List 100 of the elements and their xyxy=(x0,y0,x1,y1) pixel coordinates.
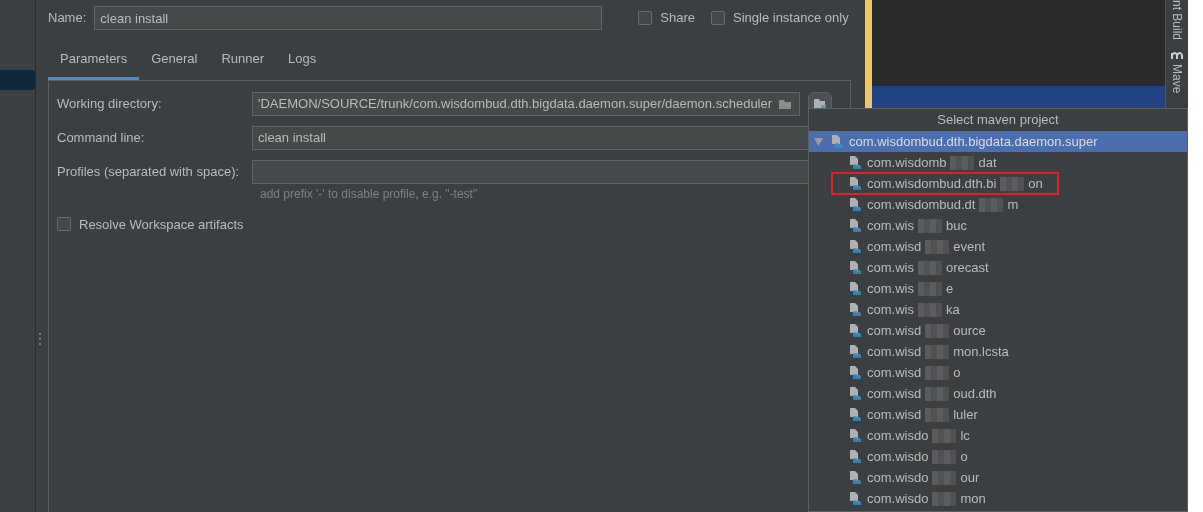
tool-window-tab[interactable]: Mave xyxy=(1168,64,1186,94)
input-field[interactable]: 'DAEMON/SOURCE/trunk/com.wisdombud.dth.bigdata.daemon.super/daemon.scheduler xyxy=(252,91,800,116)
module-icon xyxy=(849,239,863,254)
checkbox-label: Single instance only xyxy=(733,9,849,28)
maven-icon[interactable] xyxy=(1171,50,1183,61)
field-label: Working directory: xyxy=(57,94,163,113)
tree-item-label: mon xyxy=(960,489,986,508)
tree-item-label: com.wisdo xyxy=(867,426,929,445)
tree-item[interactable]: com.wisd luler xyxy=(809,404,1187,425)
tree-item-label: com.wis xyxy=(867,279,914,298)
field-label: Command line: xyxy=(57,128,146,147)
redaction xyxy=(979,197,1004,212)
tree-item[interactable]: com.wis ka xyxy=(809,299,1187,320)
tree-item-label: buc xyxy=(945,216,967,235)
tree-item-label: com.wisd xyxy=(867,321,922,340)
tree-item[interactable]: com.wisdombud.dth.bigdata.daemon.super xyxy=(809,131,1187,152)
tree-item[interactable]: com.wisd o xyxy=(809,362,1187,383)
tree-item-label: com.wisdo xyxy=(867,447,929,466)
redaction xyxy=(932,428,957,443)
tree-item-label: com.wisd xyxy=(867,384,922,403)
module-icon xyxy=(831,134,845,149)
tab[interactable]: General xyxy=(139,43,210,80)
module-icon xyxy=(849,176,863,191)
module-icon xyxy=(849,365,863,380)
tree-item[interactable]: com.wisd oud.dth xyxy=(809,383,1187,404)
name-label: Name: xyxy=(48,9,87,28)
tree-item[interactable]: com.wisdo mon xyxy=(809,488,1187,509)
checkbox[interactable] xyxy=(57,217,71,232)
tree-item-label: com.wisdombud.dth.bigdata.daemon.super xyxy=(849,132,1098,151)
tree-item-label: e xyxy=(945,279,954,298)
tree-item[interactable]: com.wisd mon.lcsta xyxy=(809,341,1187,362)
tree-item-label: event xyxy=(953,237,985,256)
tab[interactable]: Logs xyxy=(276,43,329,80)
redaction xyxy=(932,449,957,464)
tab[interactable]: Runner xyxy=(209,43,277,80)
hint-text: add prefix '-' to disable profile, e.g. "-test" xyxy=(259,185,479,203)
redaction xyxy=(932,491,957,506)
tree-item[interactable]: com.wisdo lc xyxy=(809,425,1187,446)
tree-item-label: com.wisdombud.dt xyxy=(867,195,976,214)
module-icon xyxy=(849,407,863,422)
module-icon xyxy=(849,218,863,233)
drag-handle-icon[interactable] xyxy=(38,332,42,346)
checkbox[interactable] xyxy=(638,11,653,25)
tree-item-label: on xyxy=(1028,174,1043,193)
selected-row xyxy=(0,70,35,90)
tree-item-label: mon.lcsta xyxy=(953,342,1009,361)
tree-item-label: com.wis xyxy=(867,258,914,277)
tree-item[interactable]: com.wis e xyxy=(809,278,1187,299)
tree-item-label: com.wisdo xyxy=(867,489,929,508)
module-icon xyxy=(849,260,863,275)
redaction xyxy=(925,323,950,338)
tree-item[interactable]: com.wisdombud.dt m xyxy=(809,194,1187,215)
module-icon xyxy=(849,470,863,485)
tree-item-label: our xyxy=(960,468,980,487)
field-label: Profiles (separated with space): xyxy=(57,162,241,181)
tree-item[interactable]: com.wisdo our xyxy=(809,467,1187,488)
tree-item-label: lc xyxy=(960,426,970,445)
module-icon xyxy=(849,197,863,212)
checkbox[interactable] xyxy=(711,11,725,25)
tree-item[interactable]: com.wis orecast xyxy=(809,257,1187,278)
tree-item[interactable]: com.wisd ource xyxy=(809,320,1187,341)
module-icon xyxy=(849,344,863,359)
expanded-arrow-icon[interactable] xyxy=(814,137,823,146)
tree-item-label: com.wisdomb xyxy=(867,153,947,172)
tree-item[interactable]: com.wisdombud.dth.bi on xyxy=(809,173,1187,194)
tree-item-label: luler xyxy=(953,405,978,424)
redaction xyxy=(925,407,950,422)
name-field[interactable]: clean install xyxy=(94,6,603,30)
tool-window-tab[interactable]: nt Build xyxy=(1168,0,1186,41)
checkbox-label: Resolve Workspace artifacts xyxy=(79,215,244,234)
module-icon xyxy=(849,386,863,401)
tree-item-label: o xyxy=(953,363,961,382)
redaction xyxy=(917,260,942,275)
redaction xyxy=(917,281,942,296)
tab[interactable]: Parameters xyxy=(48,43,140,80)
tree-item-label: com.wisd xyxy=(867,405,922,424)
redaction xyxy=(925,239,950,254)
popup-title: Select maven project xyxy=(936,111,1060,129)
tree-item-label: m xyxy=(1007,195,1019,214)
checkbox-label: Share xyxy=(660,9,695,28)
field-value: 'DAEMON/SOURCE/trunk/com.wisdombud.dth.bigdata.daemon.super/daemon.scheduler xyxy=(258,94,773,113)
tree-item-label: oud.dth xyxy=(953,384,997,403)
tree-item-label: com.wisd xyxy=(867,342,922,361)
module-icon xyxy=(849,491,863,506)
tree-item-label: ource xyxy=(953,321,986,340)
folder-icon[interactable] xyxy=(778,97,794,110)
redaction xyxy=(925,365,950,380)
tree-item-label: ka xyxy=(945,300,960,319)
tree-item-label: com.wisdombud.dth.bi xyxy=(867,174,997,193)
tree-item[interactable]: com.wisd event xyxy=(809,236,1187,257)
tree-item[interactable]: com.wisdomb dat xyxy=(809,152,1187,173)
module-icon xyxy=(849,302,863,317)
redaction xyxy=(1000,176,1025,191)
redaction xyxy=(917,218,942,233)
tree-item[interactable]: com.wis buc xyxy=(809,215,1187,236)
module-icon xyxy=(849,155,863,170)
field-value: clean install xyxy=(258,128,326,147)
tree-item[interactable]: com.wisdo o xyxy=(809,446,1187,467)
module-icon xyxy=(849,281,863,296)
module-icon xyxy=(849,323,863,338)
